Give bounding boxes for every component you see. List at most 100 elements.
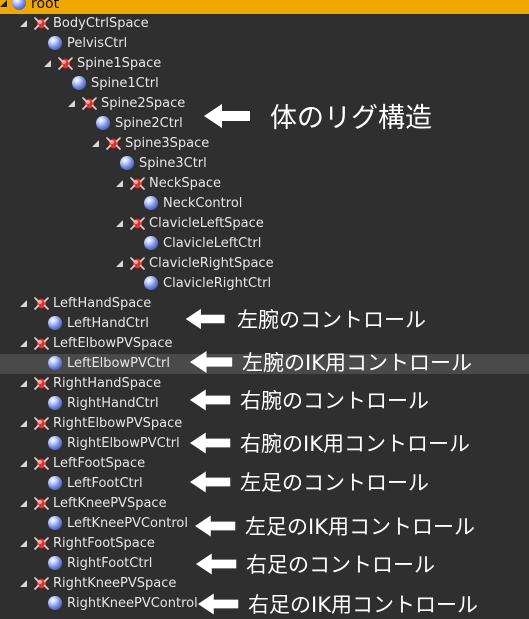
space-node-icon xyxy=(34,376,49,391)
annotation-text: 左腕のIK用コントロール xyxy=(242,351,472,375)
node-ball-icon xyxy=(48,396,62,410)
outliner-item-label: LeftElbowPVSpace xyxy=(53,336,173,351)
space-node-icon xyxy=(82,96,97,111)
space-node-icon xyxy=(106,136,121,151)
expand-toggle-icon[interactable] xyxy=(20,380,27,387)
outliner-item-label: PelvisCtrl xyxy=(67,36,128,51)
outliner-item-label: ClavicleLeftSpace xyxy=(149,216,264,231)
outliner-item-label: LeftHandSpace xyxy=(53,296,152,311)
node-ball-icon xyxy=(120,156,134,170)
expand-toggle-icon[interactable] xyxy=(116,260,123,267)
expand-toggle-icon[interactable] xyxy=(44,60,51,67)
outliner-row-body-ctrl-space[interactable]: BodyCtrlSpace xyxy=(0,14,529,34)
outliner-item-label: Spine2Space xyxy=(101,96,186,111)
expand-toggle-icon[interactable] xyxy=(92,140,99,147)
node-ball-icon xyxy=(48,356,62,370)
outliner-item-label: Spine3Space xyxy=(125,136,210,151)
annotation-callout: 右腕のIK用コントロール xyxy=(190,428,470,458)
space-node-icon xyxy=(34,416,49,431)
space-node-icon xyxy=(58,56,73,71)
arrow-left-icon xyxy=(190,471,231,493)
node-ball-icon xyxy=(48,436,62,450)
outliner-row-clavicle-right-ctrl[interactable]: ClavicleRightCtrl xyxy=(0,274,529,294)
outliner-item-label: Spine1Ctrl xyxy=(91,76,159,91)
annotation-text: 左足のIK用コントロール xyxy=(245,515,475,539)
outliner-row-spine3-space[interactable]: Spine3Space xyxy=(0,134,529,154)
outliner-item-label: RightKneePVSpace xyxy=(53,576,177,591)
expand-toggle-icon[interactable] xyxy=(20,460,27,467)
node-ball-icon xyxy=(144,236,158,250)
expand-toggle-icon[interactable] xyxy=(20,340,27,347)
outliner-row-clavicle-right-space[interactable]: ClavicleRightSpace xyxy=(0,254,529,274)
annotation-text: 右腕のIK用コントロール xyxy=(240,432,470,456)
outliner-row-pelvis-ctrl[interactable]: PelvisCtrl xyxy=(0,34,529,54)
annotation-text: 左足のコントロール xyxy=(240,471,429,495)
outliner-item-label: LeftKneePVSpace xyxy=(53,496,167,511)
outliner-item-label: ClavicleRightSpace xyxy=(149,256,274,271)
space-node-icon xyxy=(34,576,49,591)
outliner-item-label: RightHandSpace xyxy=(53,376,162,391)
node-ball-icon xyxy=(144,276,158,290)
expand-toggle-icon[interactable] xyxy=(0,0,7,7)
space-node-icon xyxy=(130,216,145,231)
outliner-item-label: LeftFootCtrl xyxy=(67,476,143,491)
outliner-item-label: RightElbowPVCtrl xyxy=(67,436,180,451)
node-ball-icon xyxy=(48,316,62,330)
outliner-item-label: RightKneePVControl xyxy=(67,596,198,611)
annotation-callout: 右足のIK用コントロール xyxy=(198,589,478,619)
space-node-icon xyxy=(34,536,49,551)
space-node-icon xyxy=(34,296,49,311)
outliner-item-label: root xyxy=(31,0,60,12)
outliner-row-clavicle-left-space[interactable]: ClavicleLeftSpace xyxy=(0,214,529,234)
expand-toggle-icon[interactable] xyxy=(20,300,27,307)
outliner-row-spine1-ctrl[interactable]: Spine1Ctrl xyxy=(0,74,529,94)
annotation-callout: 左足のIK用コントロール xyxy=(195,511,475,541)
outliner-item-label: BodyCtrlSpace xyxy=(53,16,149,31)
node-ball-icon xyxy=(48,516,62,530)
annotation-text: 右足のIK用コントロール xyxy=(248,593,478,617)
outliner-item-label: RightElbowPVSpace xyxy=(53,416,183,431)
annotation-callout: 左足のコントロール xyxy=(190,467,429,497)
arrow-left-icon xyxy=(190,389,231,411)
arrow-left-icon xyxy=(190,351,233,373)
expand-toggle-icon[interactable] xyxy=(20,500,27,507)
outliner-item-label: Spine1Space xyxy=(77,56,162,71)
arrow-left-icon xyxy=(185,308,225,330)
arrow-left-icon xyxy=(204,103,250,128)
outliner-row-spine1-space[interactable]: Spine1Space xyxy=(0,54,529,74)
annotation-callout: 右腕のコントロール xyxy=(190,385,429,415)
space-node-icon xyxy=(34,336,49,351)
outliner-item-label: Spine3Ctrl xyxy=(139,156,207,171)
outliner-row-clavicle-left-ctrl[interactable]: ClavicleLeftCtrl xyxy=(0,234,529,254)
annotation-text: 右足のコントロール xyxy=(246,553,435,577)
expand-toggle-icon[interactable] xyxy=(116,180,123,187)
node-ball-icon xyxy=(72,76,86,90)
annotation-text: 左腕のコントロール xyxy=(237,308,426,332)
outliner-item-label: NeckControl xyxy=(163,196,243,211)
expand-toggle-icon[interactable] xyxy=(68,100,75,107)
space-node-icon xyxy=(34,456,49,471)
outliner-row-spine3-ctrl[interactable]: Spine3Ctrl xyxy=(0,154,529,174)
expand-toggle-icon[interactable] xyxy=(20,540,27,547)
outliner-item-label: ClavicleRightCtrl xyxy=(163,276,272,291)
expand-toggle-icon[interactable] xyxy=(20,420,27,427)
annotation-callout: 右足のコントロール xyxy=(196,549,435,579)
arrow-left-icon xyxy=(195,515,236,537)
outliner-row-neck-space[interactable]: NeckSpace xyxy=(0,174,529,194)
outliner-row-root[interactable]: root xyxy=(0,0,529,14)
arrow-left-icon xyxy=(190,432,231,454)
expand-toggle-icon[interactable] xyxy=(20,580,27,587)
node-ball-icon xyxy=(48,556,62,570)
annotation-text: 右腕のコントロール xyxy=(240,389,429,413)
node-ball-icon xyxy=(48,476,62,490)
outliner-item-label: RightFootCtrl xyxy=(67,556,153,571)
expand-toggle-icon[interactable] xyxy=(116,220,123,227)
node-ball-icon xyxy=(12,0,26,10)
space-node-icon xyxy=(34,16,49,31)
outliner-item-label: Spine2Ctrl xyxy=(115,116,183,131)
arrow-left-icon xyxy=(198,593,239,615)
arrow-left-icon xyxy=(196,553,237,575)
annotation-callout: 体のリグ構造 xyxy=(204,96,432,135)
expand-toggle-icon[interactable] xyxy=(20,20,27,27)
outliner-row-neck-control[interactable]: NeckControl xyxy=(0,194,529,214)
